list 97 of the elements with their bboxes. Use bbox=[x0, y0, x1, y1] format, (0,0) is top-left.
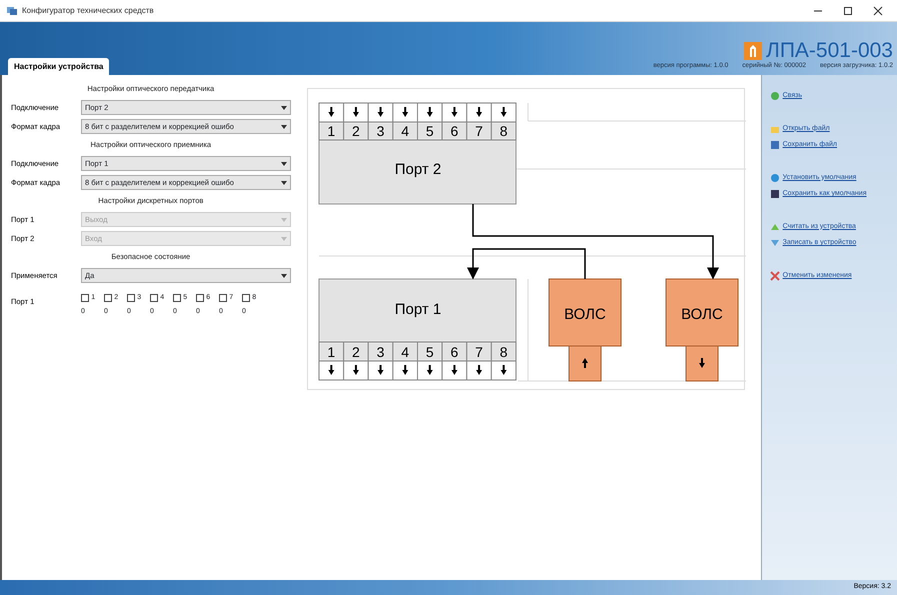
bit-cell bbox=[392, 342, 418, 362]
down-arrow-icon bbox=[476, 107, 482, 117]
bit-cell bbox=[441, 342, 467, 362]
cross-icon bbox=[770, 270, 780, 281]
caret-icon bbox=[280, 106, 287, 110]
down-arrow-icon bbox=[328, 107, 334, 117]
bit-number: 1 bbox=[327, 123, 335, 139]
bit-number: 6 bbox=[450, 123, 458, 139]
bit-cell bbox=[441, 120, 467, 140]
caret-icon bbox=[280, 274, 287, 278]
bit-cell bbox=[416, 342, 442, 362]
bit-cell bbox=[392, 120, 418, 140]
arrow-cell bbox=[392, 360, 418, 380]
caret-icon bbox=[280, 180, 287, 184]
caret-icon bbox=[280, 236, 287, 240]
down-arrow-icon bbox=[476, 365, 482, 375]
arrow-cell bbox=[441, 360, 467, 380]
arrow-cell bbox=[318, 102, 344, 122]
port-label: Порт 1 bbox=[394, 301, 441, 318]
down-arrow-icon bbox=[698, 358, 705, 368]
down-arrow-icon bbox=[328, 365, 334, 375]
fiber-port bbox=[685, 346, 718, 382]
bit-number: 2 bbox=[352, 123, 360, 139]
down-arrow-icon bbox=[426, 365, 432, 375]
arrow-cell bbox=[392, 102, 418, 122]
arrow-cell bbox=[342, 360, 368, 380]
checkbox[interactable] bbox=[127, 294, 135, 302]
bit-number: 7 bbox=[474, 344, 483, 360]
checkbox[interactable] bbox=[150, 294, 158, 302]
arrow-cell bbox=[466, 360, 492, 380]
bit-number: 6 bbox=[450, 344, 458, 360]
bit-number: 7 bbox=[474, 123, 483, 139]
down-arrow-icon bbox=[451, 107, 458, 117]
bit-cell bbox=[342, 120, 368, 140]
down-arrow-icon bbox=[402, 107, 408, 117]
bit-number: 4 bbox=[400, 344, 409, 360]
window-title: Конфигуратор технических средств bbox=[22, 4, 154, 16]
bit-number: 3 bbox=[376, 123, 384, 139]
bit-number: 8 bbox=[499, 344, 508, 360]
checkbox[interactable] bbox=[173, 294, 181, 302]
fiber-port bbox=[568, 346, 602, 382]
logo-icon bbox=[744, 42, 762, 60]
triangle-up-icon bbox=[770, 222, 780, 232]
down-arrow-icon bbox=[500, 107, 506, 117]
bit-cell bbox=[416, 120, 442, 140]
fiber-label: ВОЛС bbox=[564, 306, 606, 323]
bit-cell bbox=[466, 342, 492, 362]
bit-number: 3 bbox=[376, 344, 384, 360]
arrow-cell bbox=[416, 102, 442, 122]
settings-tab[interactable]: Настройки устройства bbox=[8, 58, 110, 75]
checkbox[interactable] bbox=[104, 294, 112, 302]
connection-icon bbox=[770, 91, 780, 102]
bit-number: 1 bbox=[327, 344, 335, 360]
down-arrow-icon bbox=[426, 107, 432, 117]
bit-cell bbox=[367, 342, 393, 362]
bit-cell bbox=[490, 342, 516, 362]
bit-cell bbox=[318, 120, 344, 140]
caret-icon bbox=[280, 218, 287, 222]
down-arrow-icon bbox=[352, 107, 359, 117]
arrow-cell bbox=[367, 360, 393, 380]
bit-number: 8 bbox=[499, 123, 508, 139]
checkbox[interactable] bbox=[219, 294, 227, 302]
maximize-icon bbox=[843, 6, 853, 16]
down-arrow-icon bbox=[377, 107, 384, 117]
checkbox[interactable] bbox=[81, 294, 89, 302]
product-name: ЛПА-501-003 bbox=[766, 40, 893, 62]
arrow-cell bbox=[466, 102, 492, 122]
triangle-down-icon bbox=[770, 238, 780, 248]
down-arrow-icon bbox=[402, 365, 408, 375]
arrow-cell bbox=[441, 102, 467, 122]
bit-number: 4 bbox=[400, 123, 409, 139]
checkbox[interactable] bbox=[196, 294, 204, 302]
app-icon bbox=[6, 6, 18, 16]
close-icon bbox=[873, 6, 883, 16]
arrow-cell bbox=[416, 360, 442, 380]
arrow-cell bbox=[367, 102, 393, 122]
port-label: Порт 2 bbox=[394, 161, 441, 178]
bit-number: 5 bbox=[426, 123, 434, 139]
checkbox[interactable] bbox=[242, 294, 250, 302]
bit-number: 5 bbox=[426, 344, 434, 360]
arrow-cell bbox=[490, 360, 516, 380]
bit-number: 2 bbox=[352, 344, 360, 360]
arrow-cell bbox=[342, 102, 368, 122]
down-arrow-icon bbox=[377, 365, 384, 375]
arrow-cell bbox=[318, 360, 344, 380]
circle-icon bbox=[770, 172, 780, 183]
arrow-cell bbox=[490, 102, 516, 122]
down-arrow-icon bbox=[451, 365, 458, 375]
bit-cell bbox=[490, 120, 516, 140]
bit-cell bbox=[318, 342, 344, 362]
caret-icon bbox=[280, 162, 287, 166]
up-arrow-icon bbox=[582, 358, 588, 368]
bit-cell bbox=[342, 342, 368, 362]
fiber-label: ВОЛС bbox=[680, 306, 722, 323]
caret-icon bbox=[280, 124, 287, 128]
down-arrow-icon bbox=[352, 365, 359, 375]
down-arrow-icon bbox=[500, 365, 506, 375]
